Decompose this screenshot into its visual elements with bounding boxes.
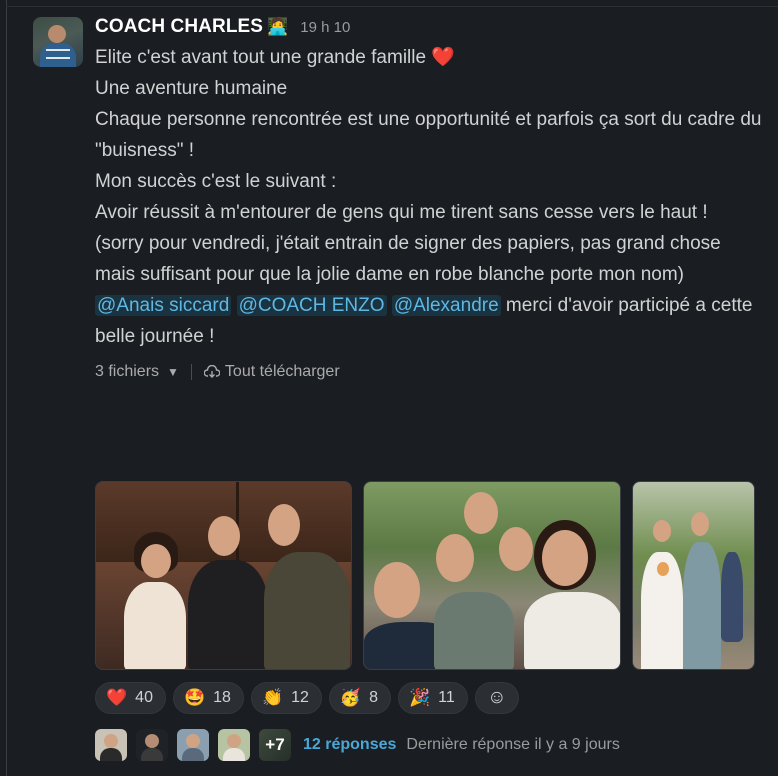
photo-attachment-2[interactable]	[363, 481, 621, 670]
download-all-button[interactable]: Tout télécharger	[225, 363, 340, 381]
message-body: Elite c'est avant tout une grande famill…	[95, 42, 765, 352]
left-border	[6, 0, 7, 776]
more-avatars[interactable]: +7	[259, 729, 291, 761]
reply-avatar-3[interactable]	[177, 729, 209, 761]
author-status-emoji: 🧑‍💻	[267, 17, 289, 36]
add-reaction-button[interactable]: ☺	[474, 682, 519, 714]
message-line-1: Elite c'est avant tout une grande famill…	[95, 42, 765, 73]
files-row: 3 fichiers ▼ Tout télécharger	[95, 361, 765, 383]
avatar-head	[48, 25, 66, 43]
avatar-shirt-print	[46, 49, 70, 59]
avatar-head	[104, 734, 118, 748]
reactions-bar: ❤️ 40 🤩 18 👏 12 🥳 8 🎉 11 ☺	[95, 682, 519, 714]
avatar-head	[227, 734, 241, 748]
message: COACH CHARLES 🧑‍💻 19 h 10 Elite c'est av…	[95, 16, 765, 383]
author-avatar[interactable]	[33, 17, 83, 67]
p2-line1: Une aventure humaine	[95, 78, 288, 99]
reaction-count: 11	[438, 689, 455, 706]
last-reply-time: Dernière réponse il y a 9 jours	[406, 736, 620, 753]
message-header: COACH CHARLES 🧑‍💻 19 h 10	[95, 16, 765, 42]
p2-line2: Chaque personne rencontrée est une oppor…	[95, 109, 762, 161]
reaction-heart[interactable]: ❤️ 40	[95, 682, 166, 714]
chevron-down-icon[interactable]: ▼	[167, 365, 179, 379]
heart-icon: ❤️	[106, 688, 128, 707]
reaction-clap[interactable]: 👏 12	[250, 682, 322, 714]
line1-text: Elite c'est avant tout une grande famill…	[95, 47, 432, 68]
reaction-star-struck[interactable]: 🤩 18	[172, 682, 244, 714]
top-divider	[6, 6, 778, 7]
message-paragraph-3: Mon succès c'est le suivant :	[95, 171, 337, 192]
avatar-body	[223, 748, 245, 761]
heart-emoji: ❤️	[431, 47, 455, 68]
reaction-party-face[interactable]: 🥳 8	[328, 682, 391, 714]
avatar-head	[186, 734, 200, 748]
photo-attachment-3[interactable]	[632, 481, 755, 670]
message-paragraph-6: @Anais siccard @COACH ENZO @Alexandre me…	[95, 290, 765, 352]
message-paragraph-4: Avoir réussit à m'entourer de gens qui m…	[95, 202, 708, 223]
image-attachments	[95, 481, 755, 670]
star-struck-icon: 🤩	[183, 688, 206, 707]
reaction-tada[interactable]: 🎉 11	[397, 682, 468, 714]
thread-summary[interactable]: +7 12 réponses Dernière réponse il y a 9…	[95, 729, 620, 761]
tada-icon: 🎉	[408, 688, 431, 707]
avatar-body	[141, 748, 163, 761]
mention-coach-enzo[interactable]: @COACH ENZO	[236, 295, 387, 316]
reaction-count: 8	[369, 689, 378, 706]
author-name[interactable]: COACH CHARLES	[95, 16, 263, 38]
mention-alexandre[interactable]: @Alexandre	[391, 295, 501, 316]
clap-icon: 👏	[261, 688, 284, 707]
cloud-download-icon[interactable]	[203, 365, 220, 379]
avatar-body	[182, 748, 204, 761]
files-separator	[190, 364, 192, 380]
message-paragraph-2: Une aventure humaine Chaque personne ren…	[95, 73, 765, 166]
reaction-count: 40	[135, 689, 153, 706]
files-count[interactable]: 3 fichiers	[95, 363, 159, 381]
avatar-head	[145, 734, 159, 748]
party-face-icon: 🥳	[339, 688, 362, 707]
avatar-body	[100, 748, 122, 761]
reply-avatar-4[interactable]	[218, 729, 250, 761]
reaction-count: 18	[213, 689, 231, 706]
add-reaction-icon: ☺	[487, 687, 507, 708]
reply-avatar-1[interactable]	[95, 729, 127, 761]
replies-link[interactable]: 12 réponses	[303, 736, 396, 754]
message-paragraph-5: (sorry pour vendredi, j'était entrain de…	[95, 233, 721, 285]
message-timestamp[interactable]: 19 h 10	[300, 19, 350, 36]
reply-avatar-2[interactable]	[136, 729, 168, 761]
photo-attachment-1[interactable]	[95, 481, 352, 670]
mention-anais[interactable]: @Anais siccard	[95, 295, 232, 316]
reaction-count: 12	[291, 689, 309, 706]
